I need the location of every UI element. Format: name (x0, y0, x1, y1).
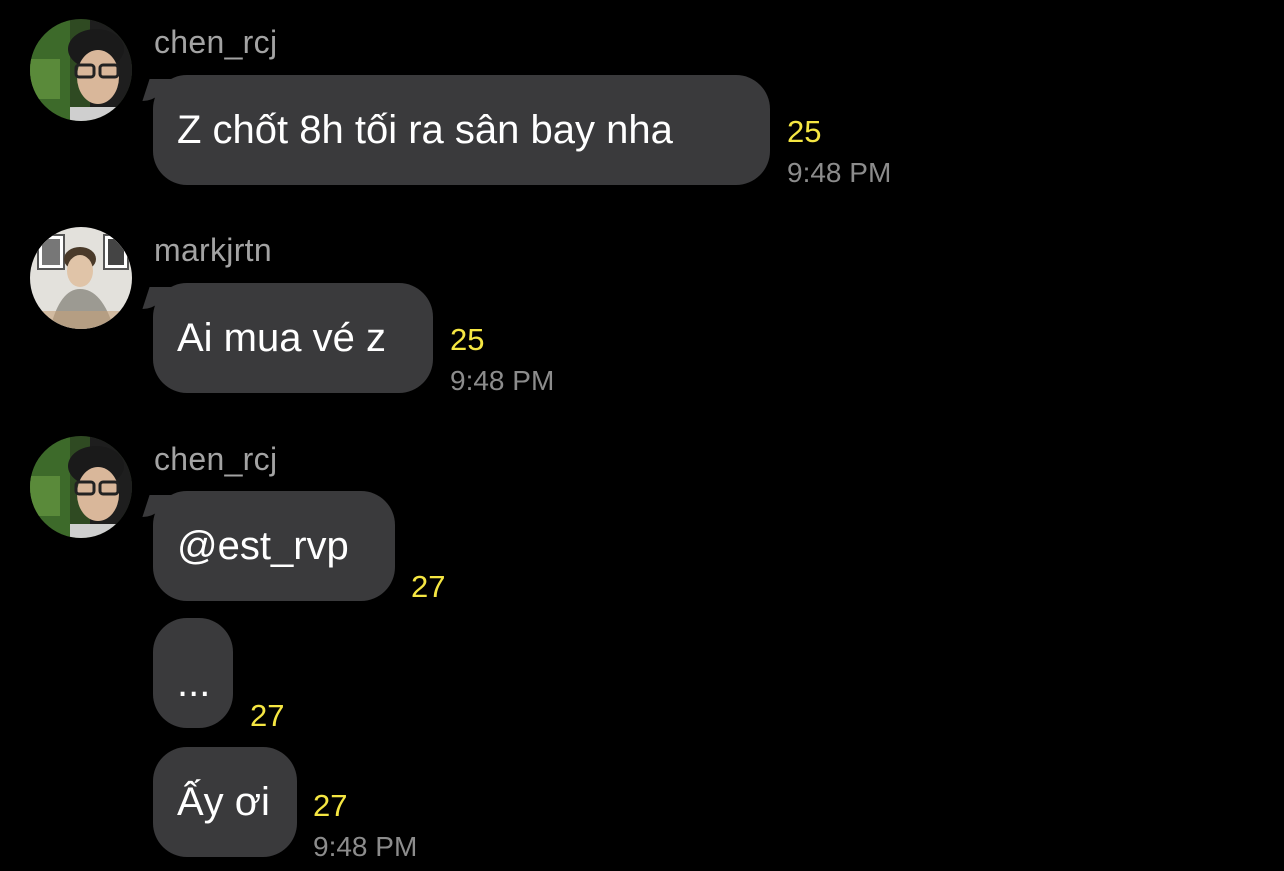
message-text: Ai mua vé z (177, 316, 386, 360)
message-text: ... (177, 661, 211, 705)
reaction-count: 27 (411, 569, 446, 604)
message-text: Ấy ơi (177, 780, 270, 824)
message-bubble[interactable]: Ấy ơi (153, 747, 297, 857)
message-text: @est_rvp (177, 524, 349, 568)
avatar-chen-rcj[interactable] (30, 19, 132, 121)
avatar-markjrtn[interactable] (30, 227, 132, 329)
username[interactable]: markjrtn (154, 232, 272, 269)
reaction-count: 25 (450, 322, 485, 357)
avatar-chen-rcj[interactable] (30, 436, 132, 538)
message-bubble[interactable]: Z chốt 8h tối ra sân bay nha (153, 75, 770, 185)
timestamp: 9:48 PM (313, 831, 418, 862)
message-text: Z chốt 8h tối ra sân bay nha (177, 108, 673, 152)
timestamp: 9:48 PM (787, 157, 892, 188)
reaction-count: 27 (313, 788, 348, 823)
message-bubble[interactable]: @est_rvp (153, 491, 395, 601)
message-bubble[interactable]: Ai mua vé z (153, 283, 433, 393)
message-bubble[interactable]: ... (153, 618, 233, 728)
timestamp: 9:48 PM (450, 365, 555, 396)
username[interactable]: chen_rcj (154, 24, 277, 61)
reaction-count: 27 (250, 698, 285, 733)
reaction-count: 25 (787, 114, 822, 149)
username[interactable]: chen_rcj (154, 441, 277, 478)
